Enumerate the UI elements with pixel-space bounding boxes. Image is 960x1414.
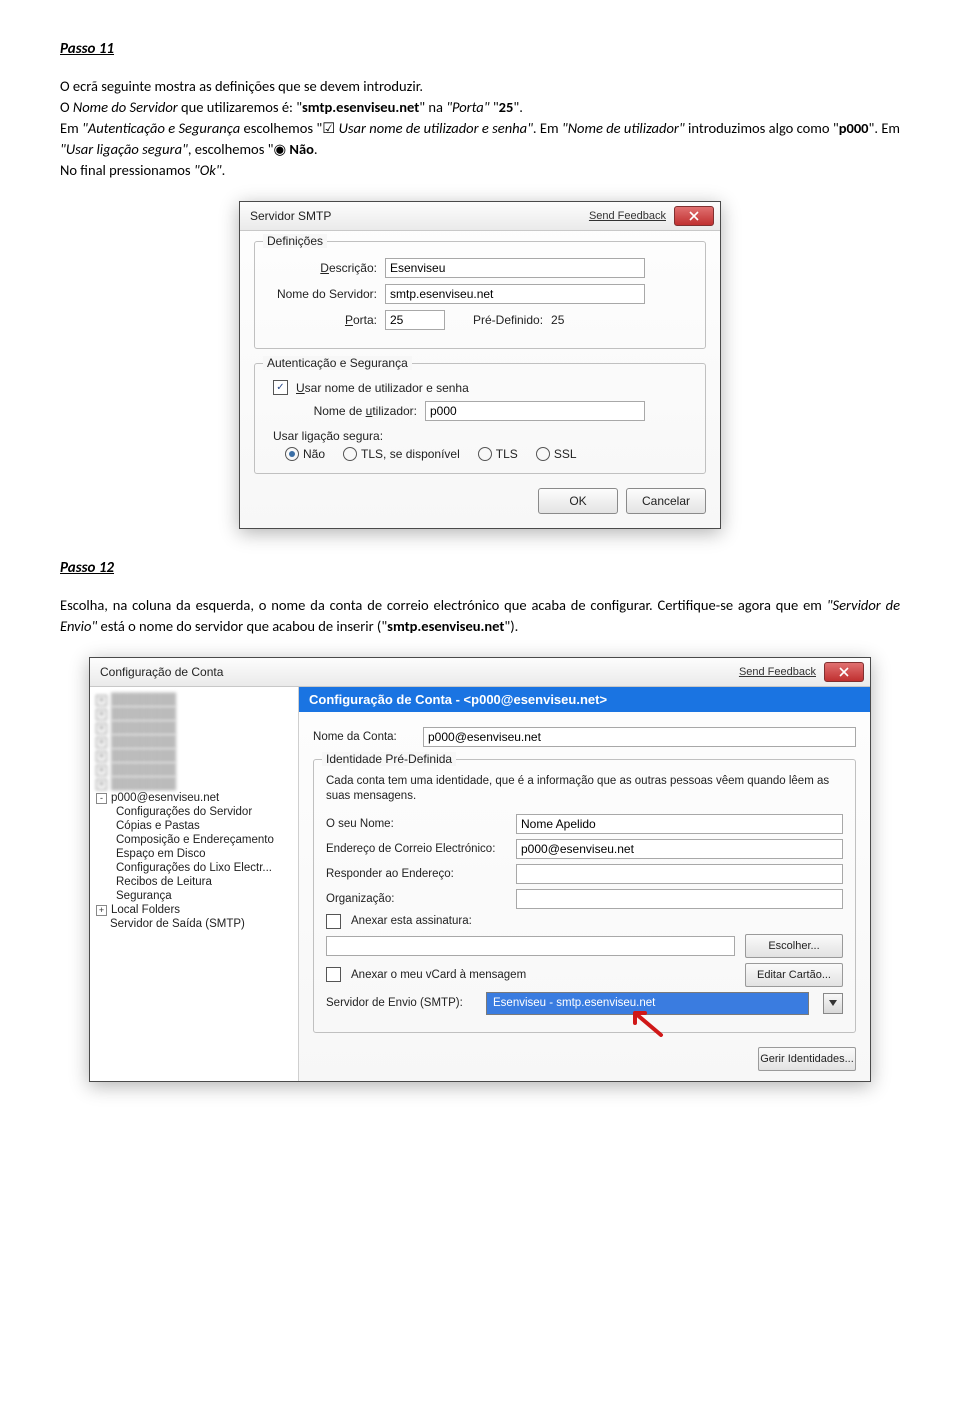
secure-label: Usar ligação segura:: [273, 429, 693, 443]
smtp-titlebar: Servidor SMTP Send Feedback: [240, 202, 720, 231]
your-name-input[interactable]: [516, 814, 843, 834]
auth-group: Autenticação e Segurança Usar nome de ut…: [254, 363, 706, 474]
username-label: Nome de utilizador:: [297, 404, 417, 418]
manage-identities-button[interactable]: Gerir Identidades...: [758, 1047, 856, 1071]
red-arrow-icon: [627, 1009, 667, 1040]
cancel-button[interactable]: Cancelar: [626, 488, 706, 514]
collapse-icon[interactable]: -: [96, 793, 107, 804]
auth-legend: Autenticação e Segurança: [263, 356, 412, 370]
use-user-label: Usar nome de utilizador e senha: [296, 381, 469, 395]
identity-legend: Identidade Pré-Definida: [322, 752, 456, 766]
account-titlebar: Configuração de Conta Send Feedback: [90, 658, 870, 687]
definitions-group: Definições Descrição: Nome do Servidor: …: [254, 241, 706, 349]
server-label: Nome do Servidor:: [267, 287, 377, 301]
send-feedback-link[interactable]: Send Feedback: [739, 666, 816, 678]
account-sidebar: +████████ +████████ +████████ +████████ …: [90, 687, 299, 1081]
attach-vcard-label: Anexar o meu vCard à mensagem: [351, 969, 526, 981]
sidebar-local-label: Local Folders: [111, 904, 180, 916]
account-config-dialog: Configuração de Conta Send Feedback +███…: [89, 657, 871, 1082]
port-label: Porta:: [267, 313, 377, 327]
account-name-input[interactable]: [423, 727, 856, 747]
sidebar-smtp-label: Servidor de Saída (SMTP): [110, 918, 245, 930]
sidebar-subitem[interactable]: Configurações do Lixo Electr...: [116, 861, 294, 875]
sidebar-subitem[interactable]: Cópias e Pastas: [116, 819, 294, 833]
radio-tlsif[interactable]: [343, 447, 357, 461]
radio-no-label: Não: [303, 447, 325, 461]
account-header: Configuração de Conta - <p000@esenviseu.…: [299, 687, 870, 712]
edit-card-button[interactable]: Editar Cartão...: [745, 963, 843, 987]
send-server-select[interactable]: Esenviseu - smtp.esenviseu.net: [486, 992, 809, 1015]
server-input[interactable]: [385, 284, 645, 304]
sidebar-smtp-out[interactable]: Servidor de Saída (SMTP): [108, 917, 294, 931]
sidebar-subitem[interactable]: Espaço em Disco: [116, 847, 294, 861]
step11-paragraph: O ecrã seguinte mostra as definições que…: [60, 76, 900, 181]
expand-icon[interactable]: +: [96, 905, 107, 916]
dropdown-icon[interactable]: [823, 993, 843, 1014]
sidebar-subitem[interactable]: Segurança: [116, 889, 294, 903]
org-input[interactable]: [516, 889, 843, 909]
radio-ssl[interactable]: [536, 447, 550, 461]
step12-title: Passo 12: [60, 559, 900, 577]
description-input[interactable]: [385, 258, 645, 278]
account-right-pane: Configuração de Conta - <p000@esenviseu.…: [299, 687, 870, 1081]
ok-button[interactable]: OK: [538, 488, 618, 514]
sidebar-subitem[interactable]: Composição e Endereçamento: [116, 833, 294, 847]
sidebar-subitem[interactable]: Configurações do Servidor: [116, 805, 294, 819]
sidebar-local-folders[interactable]: + Local Folders: [94, 903, 294, 917]
email-label: Endereço de Correio Electrónico:: [326, 843, 506, 855]
radio-tls[interactable]: [478, 447, 492, 461]
description-label: Descrição:: [267, 261, 377, 275]
reply-input[interactable]: [516, 864, 843, 884]
radio-ssl-label: SSL: [554, 447, 577, 461]
step12-paragraph: Escolha, na coluna da esquerda, o nome d…: [60, 595, 900, 637]
sidebar-account-label: p000@esenviseu.net: [111, 792, 219, 804]
predef-value: 25: [551, 313, 564, 327]
account-title: Configuração de Conta: [100, 665, 739, 679]
sidebar-account[interactable]: - p000@esenviseu.net: [94, 791, 294, 805]
smtp-dialog: Servidor SMTP Send Feedback Definições D…: [239, 201, 721, 529]
signature-path-input[interactable]: [326, 936, 735, 956]
predef-label: Pré-Definido:: [473, 313, 543, 327]
send-server-value: Esenviseu - smtp.esenviseu.net: [493, 997, 655, 1009]
close-icon[interactable]: [824, 662, 864, 682]
radio-tls-label: TLS: [496, 447, 518, 461]
your-name-label: O seu Nome:: [326, 818, 506, 830]
step11-title: Passo 11: [60, 40, 900, 58]
attach-vcard-checkbox[interactable]: [326, 967, 341, 982]
smtp-title: Servidor SMTP: [250, 209, 589, 223]
username-input[interactable]: [425, 401, 645, 421]
definitions-legend: Definições: [263, 234, 327, 248]
choose-button[interactable]: Escolher...: [745, 934, 843, 958]
send-feedback-link[interactable]: Send Feedback: [589, 210, 666, 222]
close-icon[interactable]: [674, 206, 714, 226]
attach-signature-label: Anexar esta assinatura:: [351, 915, 472, 927]
port-input[interactable]: [385, 310, 445, 330]
identity-desc: Cada conta tem uma identidade, que é a i…: [326, 774, 843, 804]
use-user-checkbox[interactable]: [273, 380, 288, 395]
reply-label: Responder ao Endereço:: [326, 868, 506, 880]
sidebar-subitem[interactable]: Recibos de Leitura: [116, 875, 294, 889]
identity-group: Identidade Pré-Definida Cada conta tem u…: [313, 759, 856, 1033]
radio-tlsif-label: TLS, se disponível: [361, 447, 460, 461]
account-name-label: Nome da Conta:: [313, 731, 413, 743]
send-server-label: Servidor de Envio (SMTP):: [326, 997, 476, 1009]
org-label: Organização:: [326, 893, 506, 905]
email-input[interactable]: [516, 839, 843, 859]
attach-signature-checkbox[interactable]: [326, 914, 341, 929]
radio-no[interactable]: [285, 447, 299, 461]
